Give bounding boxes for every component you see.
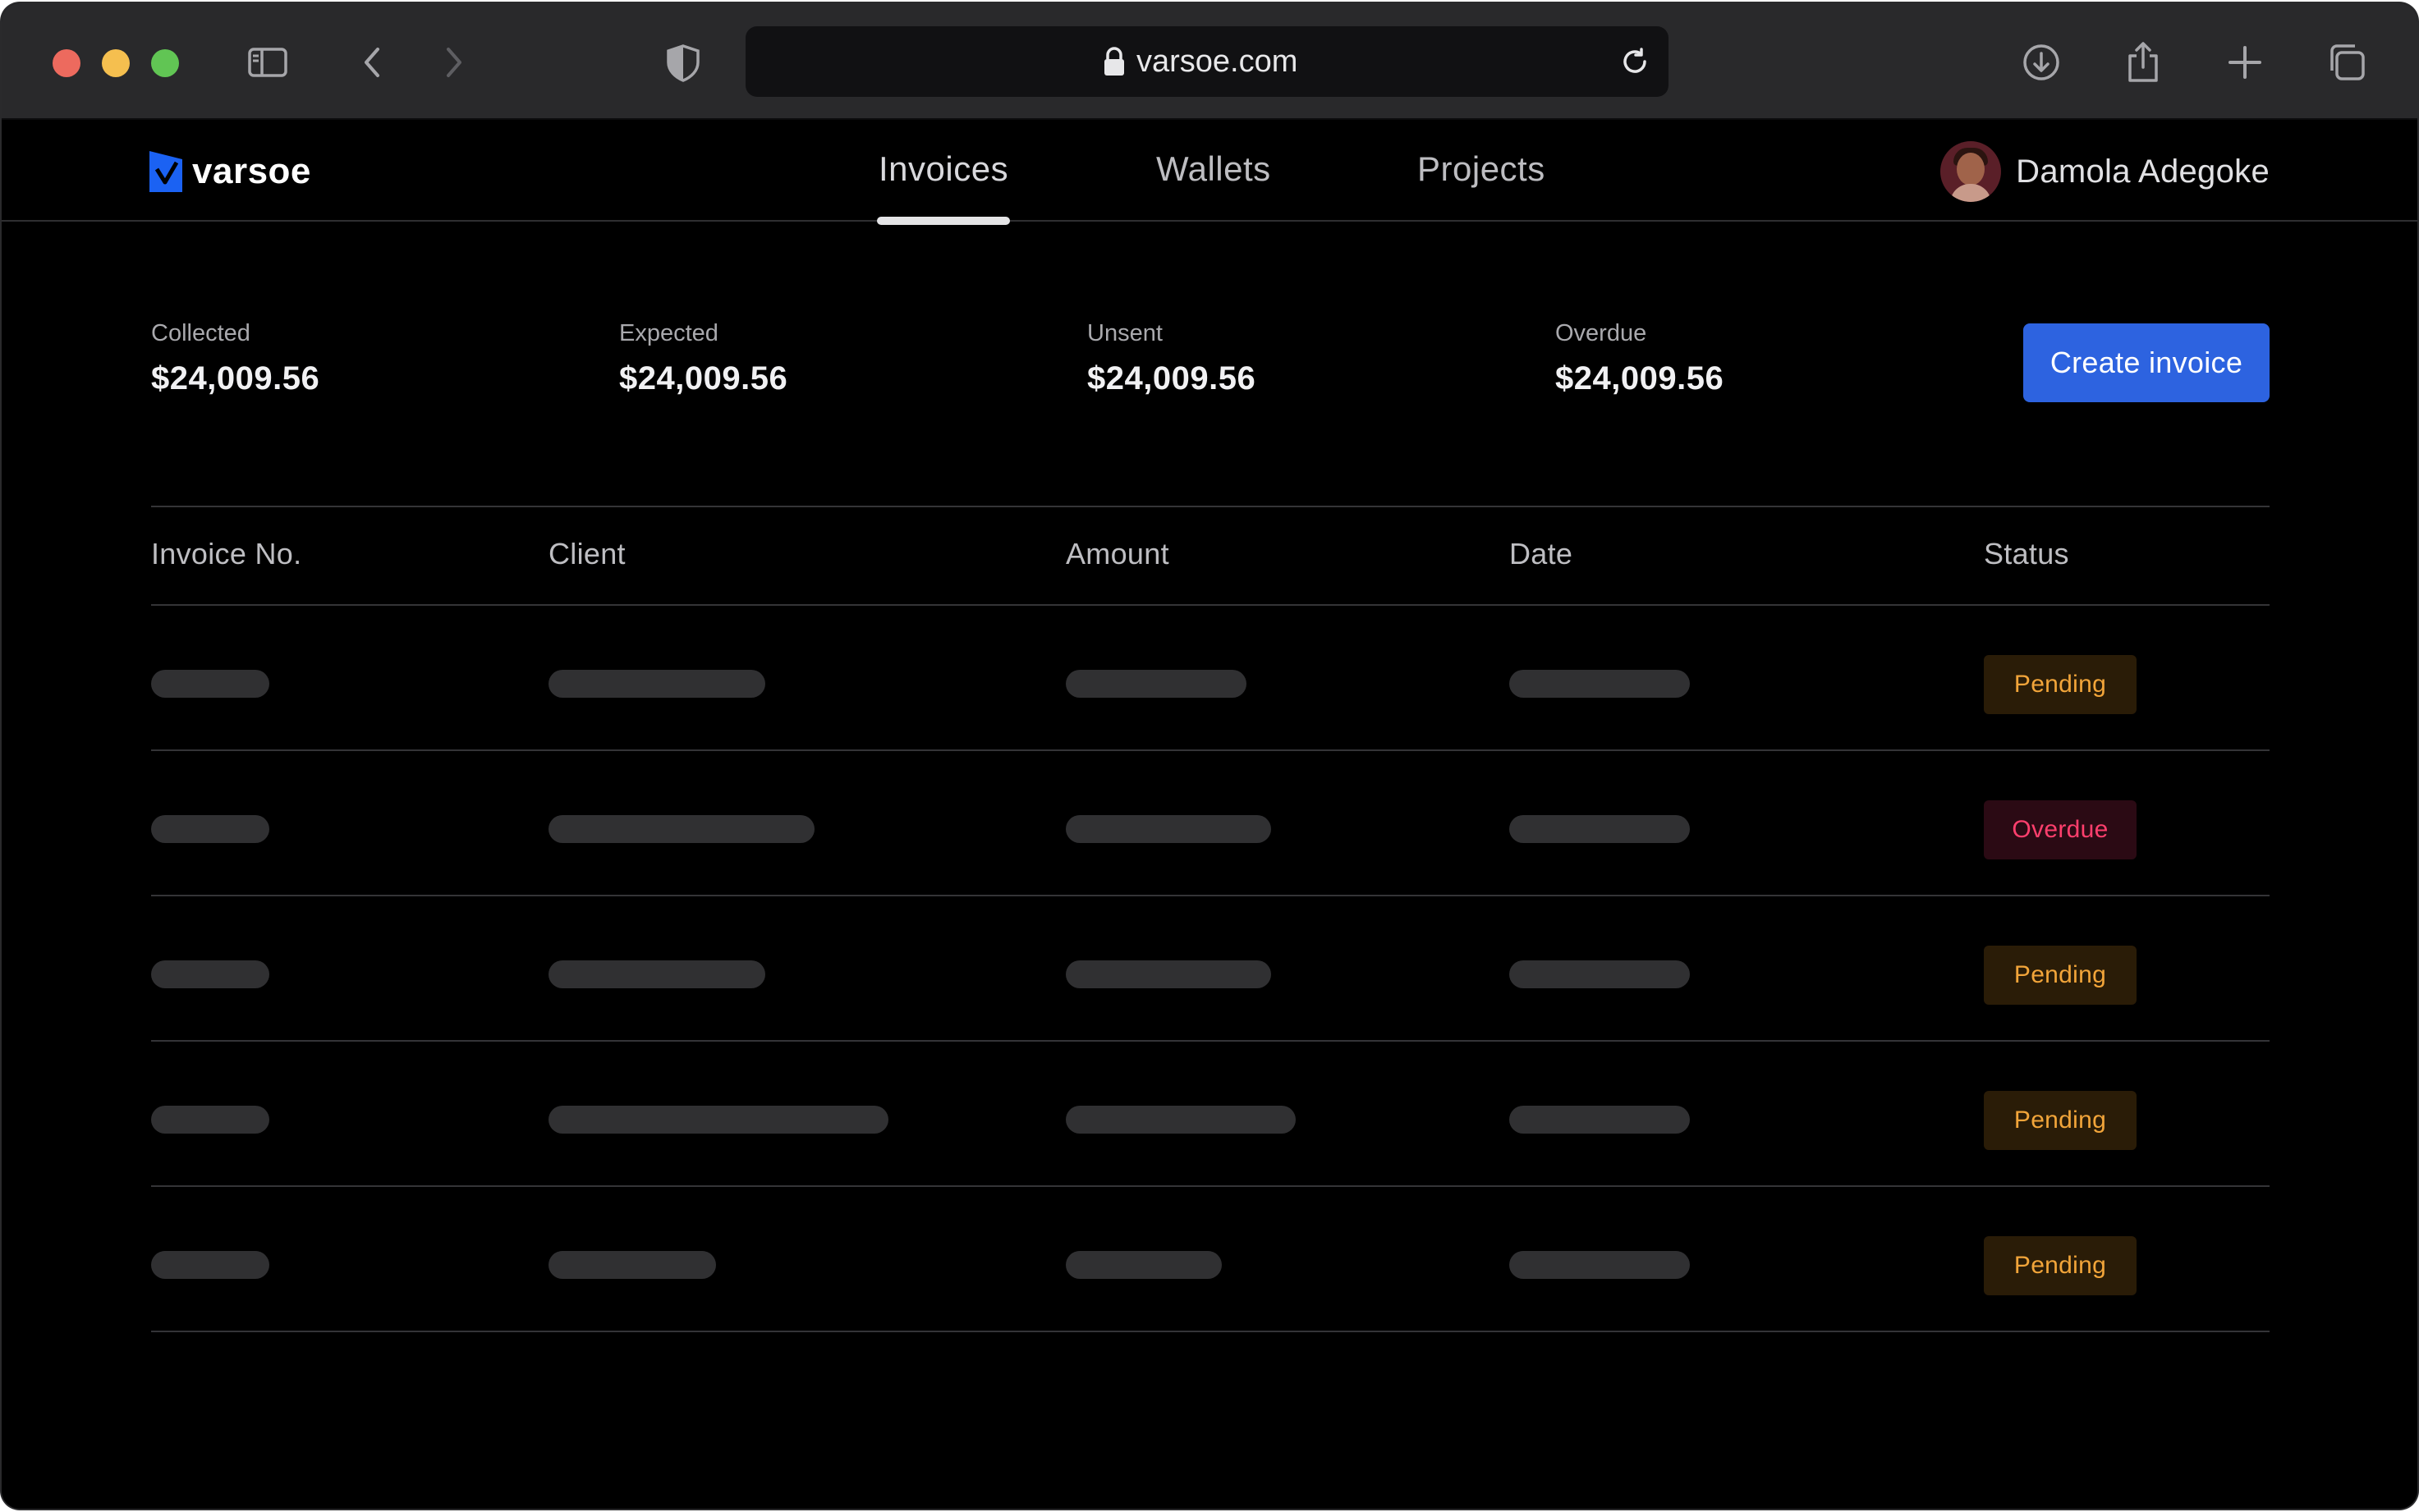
invoice-no-placeholder — [151, 1106, 269, 1134]
client-placeholder — [549, 670, 765, 698]
table-row[interactable]: Overdue — [151, 751, 2270, 896]
column-header-client[interactable]: Client — [549, 537, 626, 571]
browser-toolbar: varsoe.com — [2, 3, 2417, 120]
back-icon[interactable] — [347, 36, 399, 89]
top-navigation: varsoe Invoices Wallets Projects Damola … — [2, 120, 2417, 225]
status-badge: Pending — [1984, 1236, 2137, 1295]
table-header: Invoice No. Client Amount Date Status — [151, 506, 2270, 606]
date-placeholder — [1509, 1106, 1690, 1134]
app-page: varsoe Invoices Wallets Projects Damola … — [2, 120, 2417, 1509]
close-window-button[interactable] — [53, 49, 80, 77]
privacy-shield-icon[interactable] — [657, 36, 709, 89]
date-placeholder — [1509, 960, 1690, 988]
stat-unsent: Unsent $24,009.56 — [1087, 320, 1255, 397]
address-bar[interactable]: varsoe.com — [746, 26, 1669, 97]
stat-label: Overdue — [1555, 320, 1647, 346]
amount-placeholder — [1066, 960, 1271, 988]
table-row[interactable]: Pending — [151, 896, 2270, 1042]
date-placeholder — [1509, 1251, 1690, 1279]
tab-overview-icon[interactable] — [2320, 36, 2373, 89]
create-invoice-button[interactable]: Create invoice — [2023, 323, 2270, 402]
varsoe-logo-icon — [149, 151, 182, 192]
stat-value: $24,009.56 — [1087, 360, 1256, 396]
tab-wallets[interactable]: Wallets — [1156, 149, 1271, 189]
amount-placeholder — [1066, 815, 1271, 843]
forward-icon[interactable] — [427, 36, 480, 89]
invoice-no-placeholder — [151, 670, 269, 698]
reload-icon[interactable] — [1616, 43, 1654, 80]
active-tab-indicator — [877, 217, 1010, 225]
column-header-date[interactable]: Date — [1509, 537, 1572, 571]
stat-label: Unsent — [1087, 320, 1163, 346]
invoice-no-placeholder — [151, 960, 269, 988]
stat-value: $24,009.56 — [1555, 360, 1724, 396]
table-row[interactable]: Pending — [151, 1187, 2270, 1332]
zoom-window-button[interactable] — [151, 49, 179, 77]
table-row[interactable]: Pending — [151, 606, 2270, 751]
tab-invoices[interactable]: Invoices — [879, 149, 1008, 189]
stat-collected: Collected $24,009.56 — [151, 320, 319, 397]
client-placeholder — [549, 815, 815, 843]
client-placeholder — [549, 1106, 888, 1134]
user-name: Damola Adegoke — [2016, 153, 2270, 190]
amount-placeholder — [1066, 670, 1246, 698]
stat-overdue: Overdue $24,009.56 — [1555, 320, 1724, 397]
client-placeholder — [549, 1251, 716, 1279]
share-icon[interactable] — [2117, 36, 2169, 89]
url-text: varsoe.com — [1136, 44, 1298, 79]
status-badge: Overdue — [1984, 800, 2137, 859]
user-menu[interactable]: Damola Adegoke — [1940, 141, 2270, 202]
brand-name: varsoe — [192, 151, 311, 191]
invoice-no-placeholder — [151, 1251, 269, 1279]
minimize-window-button[interactable] — [102, 49, 130, 77]
download-icon[interactable] — [2015, 36, 2068, 89]
avatar — [1940, 141, 2002, 202]
stat-value: $24,009.56 — [151, 360, 320, 396]
lock-icon — [1104, 47, 1124, 76]
new-tab-icon[interactable] — [2219, 36, 2271, 89]
status-badge: Pending — [1984, 655, 2137, 714]
stat-label: Collected — [151, 320, 250, 346]
column-header-invoice-no[interactable]: Invoice No. — [151, 537, 301, 571]
amount-placeholder — [1066, 1106, 1296, 1134]
column-header-status[interactable]: Status — [1984, 537, 2069, 571]
invoice-no-placeholder — [151, 815, 269, 843]
brand-logo[interactable]: varsoe — [149, 151, 311, 192]
invoices-table: Invoice No. Client Amount Date Status Pe… — [151, 506, 2270, 1332]
stat-expected: Expected $24,009.56 — [619, 320, 787, 397]
stat-label: Expected — [619, 320, 718, 346]
status-badge: Pending — [1984, 1091, 2137, 1150]
status-badge: Pending — [1984, 946, 2137, 1005]
column-header-amount[interactable]: Amount — [1066, 537, 1169, 571]
sidebar-toggle-icon[interactable] — [241, 36, 294, 89]
date-placeholder — [1509, 815, 1690, 843]
tab-projects[interactable]: Projects — [1417, 149, 1545, 189]
client-placeholder — [549, 960, 765, 988]
date-placeholder — [1509, 670, 1690, 698]
browser-window: varsoe.com varsoe Invoices Wallets Proje… — [2, 3, 2417, 1509]
stat-value: $24,009.56 — [619, 360, 788, 396]
table-row[interactable]: Pending — [151, 1042, 2270, 1187]
amount-placeholder — [1066, 1251, 1222, 1279]
